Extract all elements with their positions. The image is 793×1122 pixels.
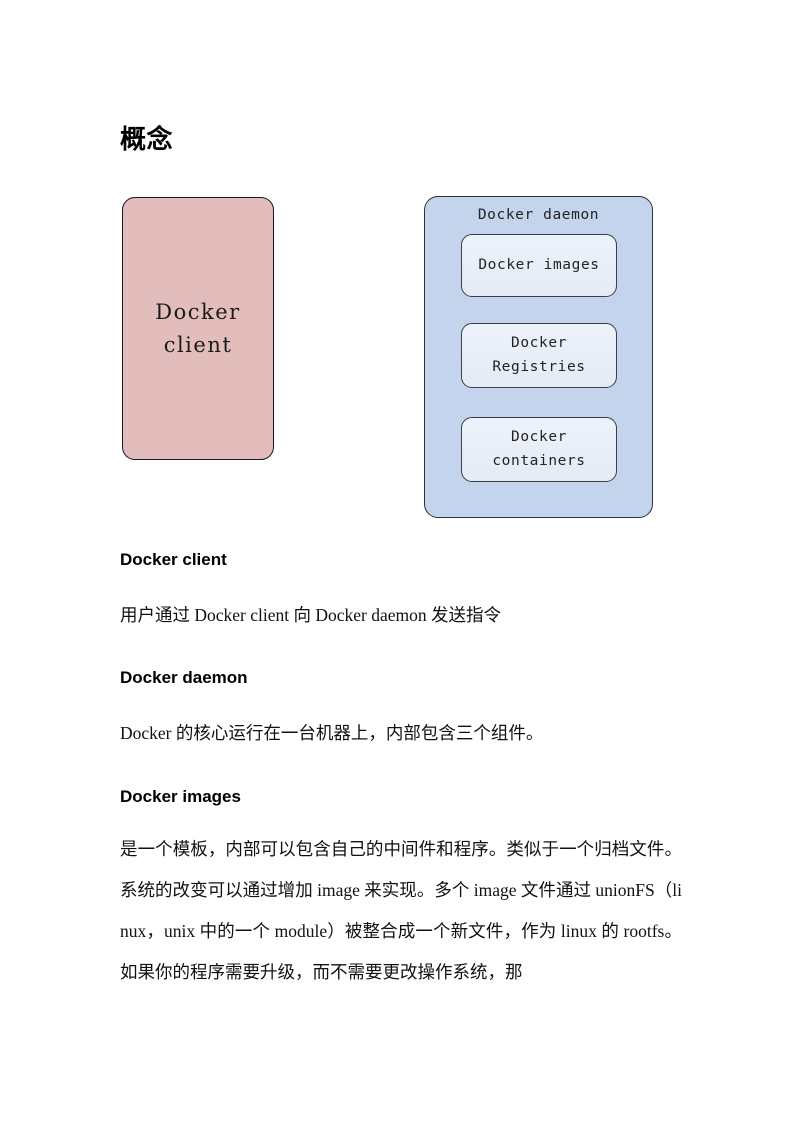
section-docker-daemon: Docker daemon Docker 的核心运行在一台机器上，内部包含三个组… bbox=[120, 668, 682, 754]
section-paragraph: Docker 的核心运行在一台机器上，内部包含三个组件。 bbox=[120, 723, 544, 744]
docker-daemon-box: Docker daemon Docker images Docker Regis… bbox=[424, 196, 653, 518]
docker-images-box: Docker images bbox=[461, 234, 617, 297]
document-page: 概念 Docker client Docker daemon Docker im… bbox=[0, 0, 793, 1122]
section-heading: Docker daemon bbox=[120, 668, 248, 687]
page-title: 概念 bbox=[120, 125, 174, 154]
docker-containers-box-label: Docker containers bbox=[492, 429, 586, 469]
docker-client-box-label: Docker client bbox=[155, 299, 241, 357]
docker-registries-box-label: Docker Registries bbox=[492, 335, 586, 375]
docker-registries-box: Docker Registries bbox=[461, 323, 617, 388]
docker-architecture-diagram: Docker client Docker daemon Docker image… bbox=[118, 190, 678, 530]
section-heading: Docker client bbox=[120, 550, 227, 569]
section-paragraph: 是一个模板，内部可以包含自己的中间件和程序。类似于一个归档文件。系统的改变可以通… bbox=[120, 839, 682, 983]
section-heading: Docker images bbox=[120, 787, 241, 806]
docker-client-box: Docker client bbox=[122, 197, 274, 460]
docker-daemon-box-title: Docker daemon bbox=[477, 207, 600, 223]
docker-containers-box: Docker containers bbox=[461, 417, 617, 482]
section-docker-client: Docker client 用户通过 Docker client 向 Docke… bbox=[120, 550, 682, 636]
docker-images-box-label: Docker images bbox=[478, 256, 600, 273]
section-docker-images: Docker images 是一个模板，内部可以包含自己的中间件和程序。类似于一… bbox=[120, 787, 682, 993]
section-paragraph: 用户通过 Docker client 向 Docker daemon 发送指令 bbox=[120, 605, 502, 626]
